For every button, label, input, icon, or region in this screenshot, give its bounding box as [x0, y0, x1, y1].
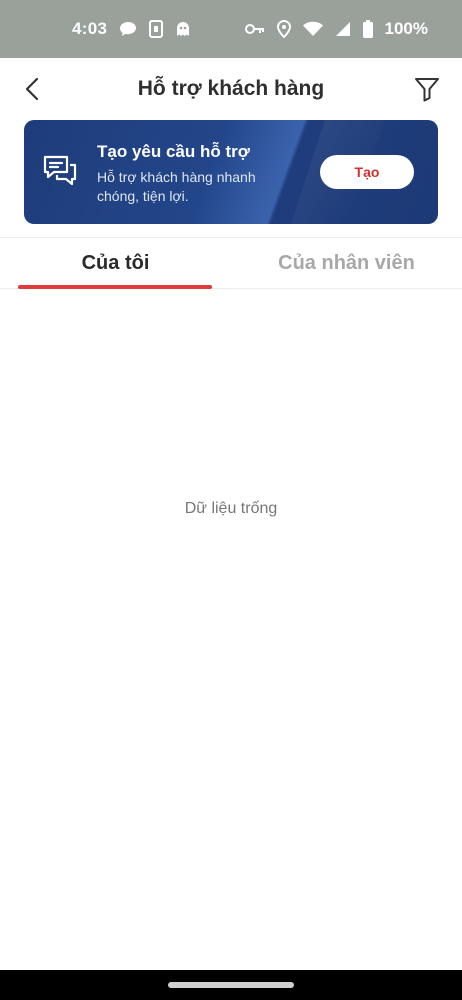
tab-staff-label: Của nhân viên [278, 251, 415, 274]
key-icon [244, 23, 265, 35]
tab-bar: Của tôi Của nhân viên [0, 237, 462, 289]
filter-icon [415, 78, 439, 102]
app-header: Hỗ trợ khách hàng [0, 58, 462, 120]
status-time: 4:03 [72, 19, 108, 38]
support-request-banner: Tạo yêu cầu hỗ trợ Hỗ trợ khách hàng nha… [24, 120, 438, 224]
active-tab-indicator [18, 285, 212, 289]
tab-mine-label: Của tôi [81, 251, 150, 274]
sim-card-icon [149, 20, 164, 38]
wifi-icon [302, 21, 323, 37]
system-nav-bar [0, 970, 462, 1000]
status-bar: 4:03 100% [0, 0, 462, 58]
chat-bubble-icon [119, 21, 137, 37]
page-title: Hỗ trợ khách hàng [137, 77, 325, 100]
banner-subtitle: Hỗ trợ khách hàng nhanh chóng, tiện lợi. [97, 169, 256, 204]
battery-icon [362, 20, 373, 38]
battery-percentage: 100% [384, 19, 428, 38]
chevron-left-icon [25, 77, 39, 101]
home-indicator[interactable] [168, 982, 294, 988]
create-request-button[interactable]: Tạo [320, 155, 414, 189]
banner-title: Tạo yêu cầu hỗ trợ [97, 142, 250, 161]
tab-mine[interactable]: Của tôi [0, 238, 231, 289]
signal-icon [335, 21, 351, 37]
status-left: 4:03 [72, 19, 191, 39]
filter-button[interactable] [414, 76, 440, 102]
empty-state-message: Dữ liệu trống [184, 500, 278, 517]
chat-bubbles-icon [43, 155, 77, 186]
tab-staff[interactable]: Của nhân viên [231, 238, 462, 288]
status-right: 100% [244, 19, 428, 39]
ghost-icon [175, 21, 191, 37]
location-pin-icon [276, 20, 291, 38]
back-button[interactable] [20, 76, 46, 102]
support-screen: 4:03 100% Hỗ trợ khách hàng Tạo yêu cầu … [0, 0, 462, 1000]
